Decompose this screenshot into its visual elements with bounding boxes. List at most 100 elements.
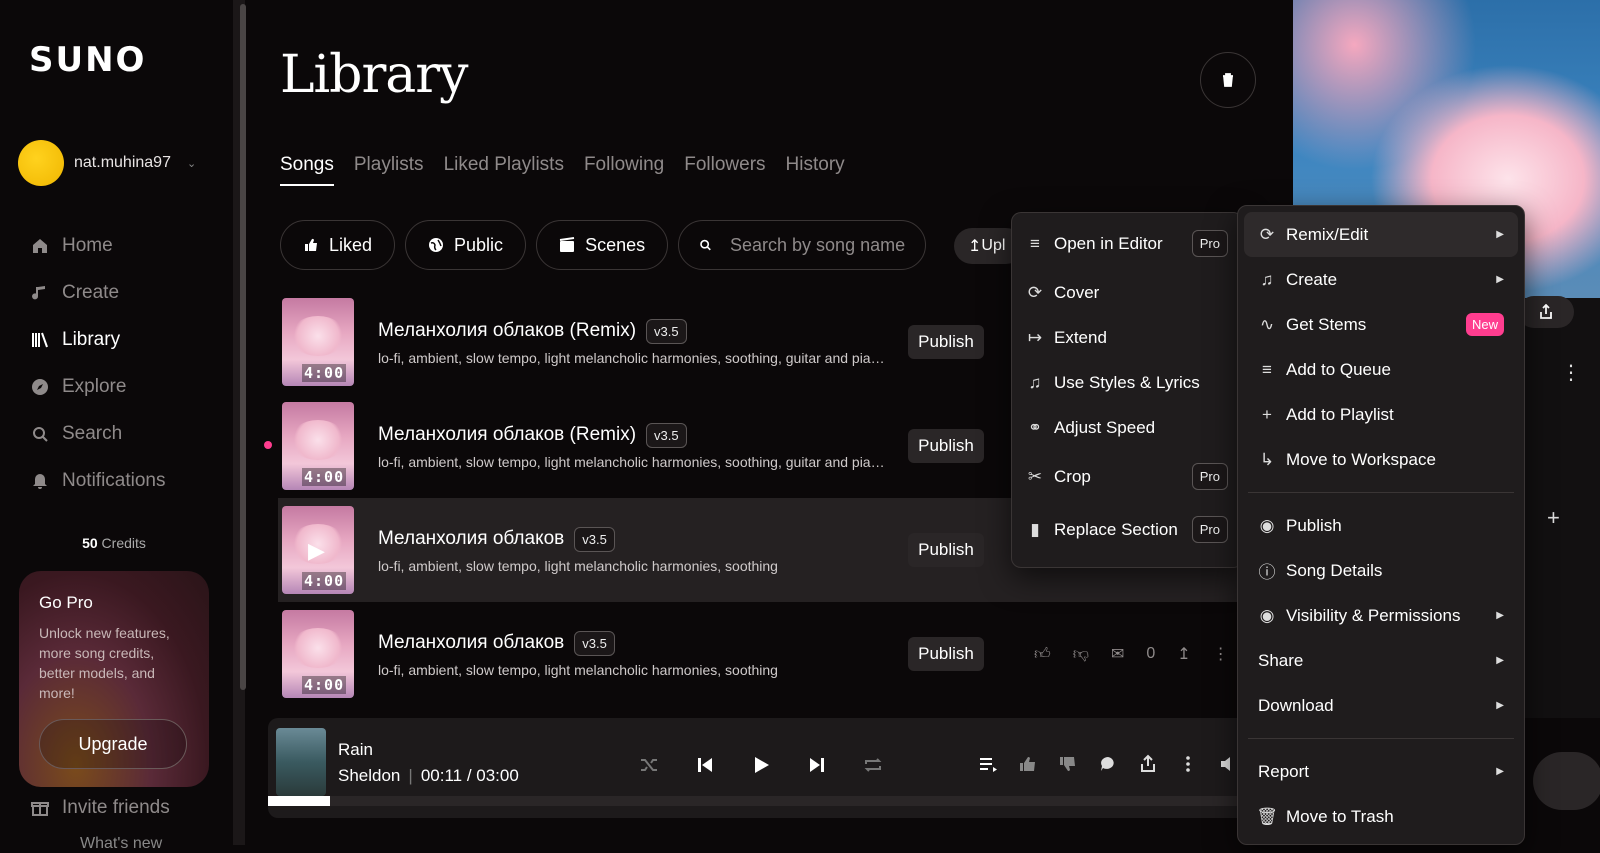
nav-item-library[interactable]: Library: [30, 316, 166, 363]
suno-logo[interactable]: SUNO: [29, 40, 146, 80]
nav-item-explore[interactable]: Explore: [30, 363, 166, 410]
song-title[interactable]: Меланхолия облаков: [378, 632, 564, 654]
right-panel-button[interactable]: [1533, 752, 1600, 810]
music-note-icon: ♫: [1028, 372, 1042, 392]
dislike-icon[interactable]: [1058, 754, 1078, 774]
song-row[interactable]: 4:00 Меланхолия облаков v3.5 lo-fi, ambie…: [278, 602, 1248, 706]
menu-report[interactable]: Report ▶: [1244, 749, 1518, 794]
song-title[interactable]: Меланхолия облаков: [378, 528, 564, 550]
more-icon[interactable]: ⋮: [1213, 644, 1229, 664]
menu-get-stems[interactable]: ∿ Get Stems New: [1244, 302, 1518, 347]
volume-icon[interactable]: [1218, 754, 1238, 774]
invite-friends[interactable]: Invite friends: [30, 797, 170, 819]
tab-playlists[interactable]: Playlists: [354, 154, 424, 186]
song-search-input[interactable]: Search by song name: [678, 220, 927, 270]
song-title[interactable]: Меланхолия облаков (Remix): [378, 424, 636, 446]
shuffle-icon[interactable]: [638, 754, 660, 776]
publish-button[interactable]: Publish: [908, 637, 984, 671]
menu-move-to-trash[interactable]: 🗑︎ Move to Trash: [1244, 794, 1518, 839]
tab-liked-playlists[interactable]: Liked Playlists: [444, 154, 564, 186]
menu-label: Open in Editor: [1054, 233, 1163, 253]
more-icon[interactable]: [1178, 754, 1198, 774]
tab-history[interactable]: History: [786, 154, 845, 186]
menu-label: Move to Trash: [1286, 806, 1394, 826]
like-icon[interactable]: 👍︎: [1034, 645, 1051, 664]
tab-following[interactable]: Following: [584, 154, 664, 186]
song-tags: lo-fi, ambient, slow tempo, light melanc…: [378, 557, 778, 574]
song-info: Меланхолия облаков (Remix) v3.5 lo-fi, am…: [378, 318, 898, 366]
menu-add-to-queue[interactable]: ≡ Add to Queue: [1244, 347, 1518, 392]
nav-item-search[interactable]: Search: [30, 410, 166, 457]
publish-button[interactable]: Publish: [908, 533, 984, 567]
play-icon[interactable]: ▶: [308, 538, 325, 564]
player-artist-time: Sheldon | 00:11 / 03:00: [338, 766, 519, 785]
tab-followers[interactable]: Followers: [684, 154, 765, 186]
menu-label: Replace Section: [1054, 519, 1178, 539]
menu-replace-section[interactable]: ▮ Replace Section Pro: [1012, 507, 1242, 552]
menu-share[interactable]: Share ▶: [1244, 638, 1518, 683]
upgrade-button[interactable]: Upgrade: [39, 719, 187, 769]
player-artist[interactable]: Sheldon: [338, 766, 400, 785]
next-icon[interactable]: [806, 754, 828, 776]
share-icon[interactable]: [1138, 754, 1158, 774]
menu-song-details[interactable]: ⓘ Song Details: [1244, 548, 1518, 593]
remix-icon: ⟳: [1259, 224, 1275, 244]
menu-download[interactable]: Download ▶: [1244, 683, 1518, 728]
scrollbar-thumb[interactable]: [240, 4, 246, 690]
song-title[interactable]: Меланхолия облаков (Remix): [378, 320, 636, 342]
add-icon[interactable]: +: [1547, 505, 1560, 531]
song-thumbnail[interactable]: 4:00: [282, 298, 354, 386]
queue-icon: ≡: [1262, 359, 1272, 379]
filter-public[interactable]: Public: [405, 220, 527, 270]
version-badge: v3.5: [574, 630, 615, 656]
menu-publish[interactable]: ◉ Publish: [1244, 503, 1518, 548]
nav-item-notifications[interactable]: Notifications: [30, 457, 166, 504]
avatar[interactable]: [18, 140, 64, 186]
previous-icon[interactable]: [694, 754, 716, 776]
menu-remix-edit[interactable]: ⟳ Remix/Edit ▶: [1244, 212, 1518, 257]
publish-button[interactable]: Publish: [908, 429, 984, 463]
sidebar-scrollbar[interactable]: [233, 0, 246, 845]
menu-add-to-playlist[interactable]: + Add to Playlist: [1244, 392, 1518, 437]
menu-crop[interactable]: ✂ Crop Pro: [1012, 454, 1242, 499]
song-thumbnail[interactable]: ▶ 4:00: [282, 506, 354, 594]
player-title[interactable]: Rain: [338, 740, 373, 760]
comment-icon[interactable]: ✉: [1111, 644, 1124, 664]
go-pro-text: Unlock new features, more song credits, …: [39, 625, 170, 701]
filter-liked[interactable]: Liked: [280, 220, 396, 270]
chevron-right-icon: ▶: [1496, 229, 1504, 240]
comment-icon[interactable]: [1098, 754, 1118, 774]
menu-create[interactable]: ♫ Create ▶: [1244, 257, 1518, 302]
player-progress[interactable]: [268, 796, 1278, 806]
song-thumbnail[interactable]: 4:00: [282, 610, 354, 698]
filter-scenes[interactable]: Scenes: [536, 220, 669, 270]
nav-item-home[interactable]: Home: [30, 222, 166, 269]
dislike-icon[interactable]: 👎︎: [1073, 645, 1089, 664]
nav-item-create[interactable]: Create: [30, 269, 166, 316]
player-cover[interactable]: [276, 728, 326, 796]
share-icon[interactable]: ↥: [1177, 644, 1190, 664]
repeat-icon[interactable]: [862, 754, 884, 776]
progress-fill: [268, 796, 330, 806]
song-thumbnail[interactable]: 4:00: [282, 402, 354, 490]
play-icon[interactable]: [750, 754, 772, 776]
nav-label: Explore: [62, 375, 127, 397]
user-menu[interactable]: nat.muhina97 ⌄: [18, 140, 196, 186]
queue-icon[interactable]: [978, 754, 998, 774]
trash-button[interactable]: [1200, 52, 1256, 108]
menu-label: Share: [1258, 650, 1304, 670]
chevron-down-icon[interactable]: ⌄: [187, 157, 196, 170]
like-icon[interactable]: [1018, 754, 1038, 774]
menu-cover[interactable]: ⟳ Cover: [1012, 270, 1242, 315]
menu-adjust-speed[interactable]: ⚭ Adjust Speed: [1012, 405, 1242, 450]
menu-use-styles-lyrics[interactable]: ♫ Use Styles & Lyrics: [1012, 360, 1242, 405]
publish-button[interactable]: Publish: [908, 325, 984, 359]
tab-songs[interactable]: Songs: [280, 154, 334, 186]
menu-extend[interactable]: ↦ Extend: [1012, 315, 1242, 360]
menu-visibility-permissions[interactable]: ◉ Visibility & Permissions ▶: [1244, 593, 1518, 638]
more-icon[interactable]: ⋮: [1561, 360, 1581, 385]
share-button[interactable]: [1518, 296, 1574, 328]
menu-move-to-workspace[interactable]: ↳ Move to Workspace: [1244, 437, 1518, 482]
menu-open-in-editor[interactable]: ≡ Open in Editor Pro: [1012, 221, 1242, 266]
whats-new[interactable]: What's new: [80, 835, 162, 853]
